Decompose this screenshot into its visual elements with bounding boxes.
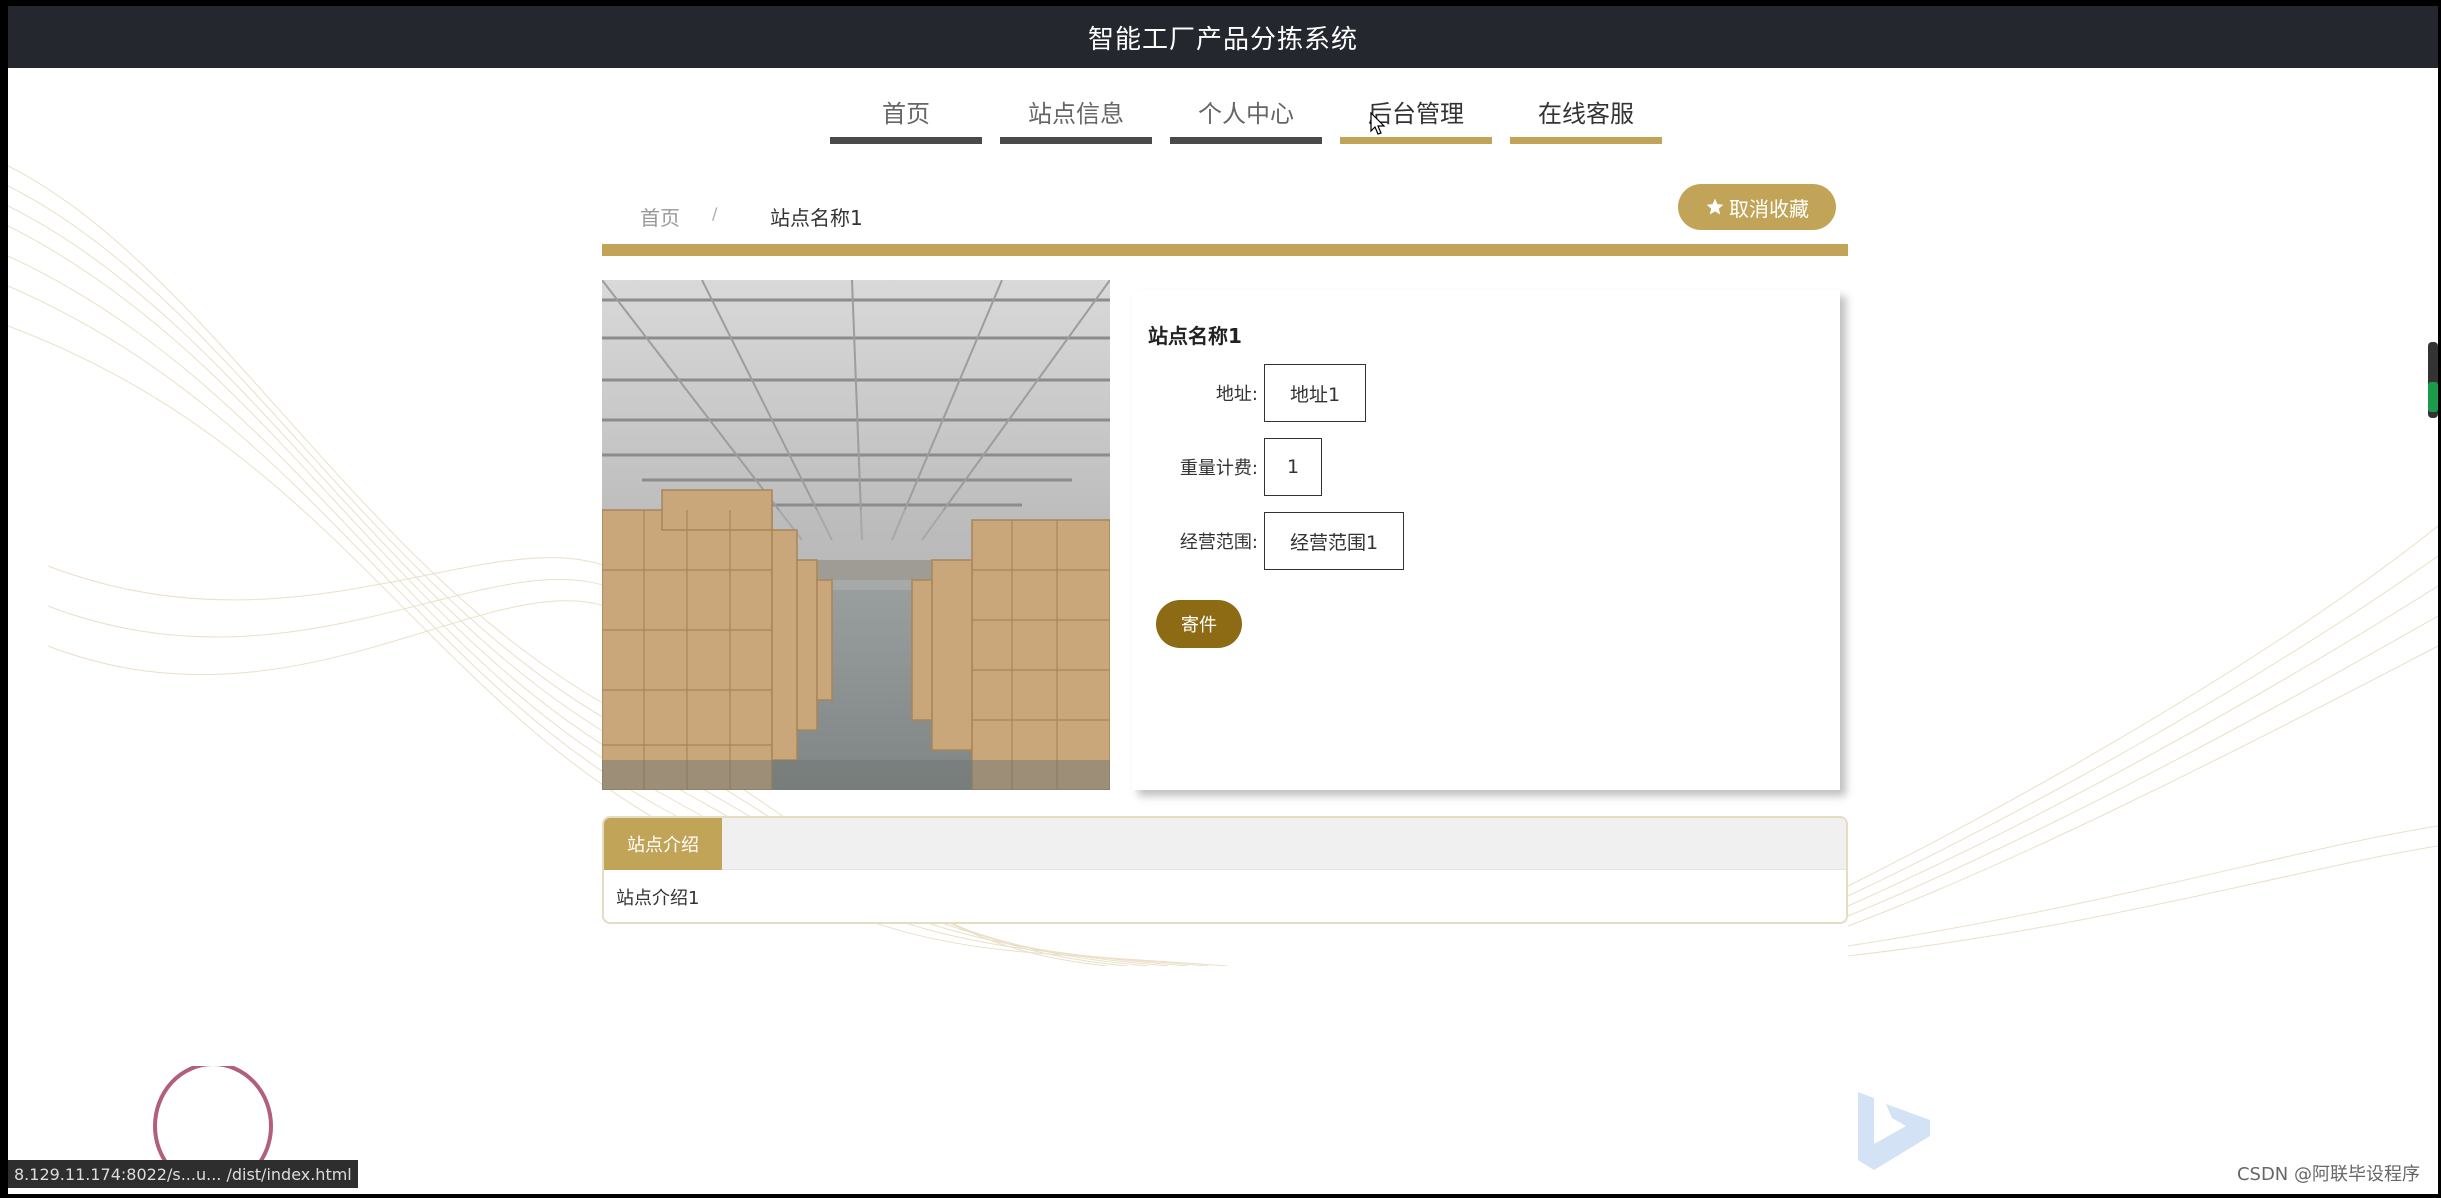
- watermark: CSDN @阿联毕设程序: [2236, 1164, 2420, 1185]
- mouse-cursor-icon: [1370, 112, 1386, 135]
- main-nav: 首页 站点信息 个人中心 后台管理 在线客服: [830, 90, 1662, 144]
- field-weight-fee: 重量计费: 1: [1132, 438, 1323, 496]
- status-url: 8.129.11.174:8022/s...u... /dist/index.h…: [14, 1164, 352, 1184]
- field-address: 地址: 地址1: [1132, 364, 1367, 422]
- weight-fee-value: 1: [1264, 438, 1323, 496]
- browser-status-bar: 8.129.11.174:8022/s...u... /dist/index.h…: [8, 1160, 358, 1188]
- business-scope-label: 经营范围:: [1179, 532, 1258, 553]
- send-parcel-button[interactable]: 寄件: [1156, 600, 1242, 648]
- station-name: 站点名称1: [1148, 324, 1242, 348]
- cancel-favorite-label: 取消收藏: [1729, 196, 1809, 221]
- weight-fee-label: 重量计费:: [1179, 458, 1258, 479]
- nav-station-info[interactable]: 站点信息: [1000, 90, 1152, 144]
- station-detail: 站点名称1 地址: 地址1 重量计费: 1 经营范围: 经营范围1 寄件: [602, 280, 1848, 790]
- nav-admin[interactable]: 后台管理: [1340, 90, 1492, 144]
- address-label: 地址:: [1215, 384, 1258, 405]
- breadcrumb-separator: /: [712, 204, 718, 223]
- star-icon: [1706, 198, 1724, 215]
- station-intro-panel: 站点介绍 站点介绍1: [602, 816, 1848, 924]
- breadcrumb-current: 站点名称1: [770, 206, 863, 230]
- station-info-card: 站点名称1 地址: 地址1 重量计费: 1 经营范围: 经营范围1 寄件: [1132, 290, 1840, 790]
- intro-tab-bar: 站点介绍: [604, 818, 1846, 870]
- field-business-scope: 经营范围: 经营范围1: [1132, 512, 1405, 570]
- browser-viewport: 智能工厂产品分拣系统 首页 站点信息 个人中心 后台管理 在线客服 首页 / 站…: [8, 6, 2438, 1194]
- address-value: 地址1: [1264, 364, 1367, 422]
- app-title: 智能工厂产品分拣系统: [1087, 24, 1358, 55]
- nav-home[interactable]: 首页: [830, 90, 982, 144]
- business-scope-value: 经营范围1: [1264, 512, 1405, 570]
- breadcrumb-home[interactable]: 首页: [640, 202, 680, 231]
- scrollbar-indicator: [2428, 382, 2438, 412]
- nav-personal-center[interactable]: 个人中心: [1170, 90, 1322, 144]
- app-title-bar: 智能工厂产品分拣系统: [8, 6, 2438, 68]
- cancel-favorite-button[interactable]: 取消收藏: [1678, 184, 1836, 230]
- station-photo: [602, 280, 1110, 790]
- tab-station-intro[interactable]: 站点介绍: [604, 818, 722, 870]
- nav-online-service[interactable]: 在线客服: [1510, 90, 1662, 144]
- bing-logo-icon: [1858, 1092, 1930, 1170]
- breadcrumb-bar: 首页 / 站点名称1 取消收藏: [602, 182, 1848, 256]
- intro-content: 站点介绍1: [616, 888, 700, 909]
